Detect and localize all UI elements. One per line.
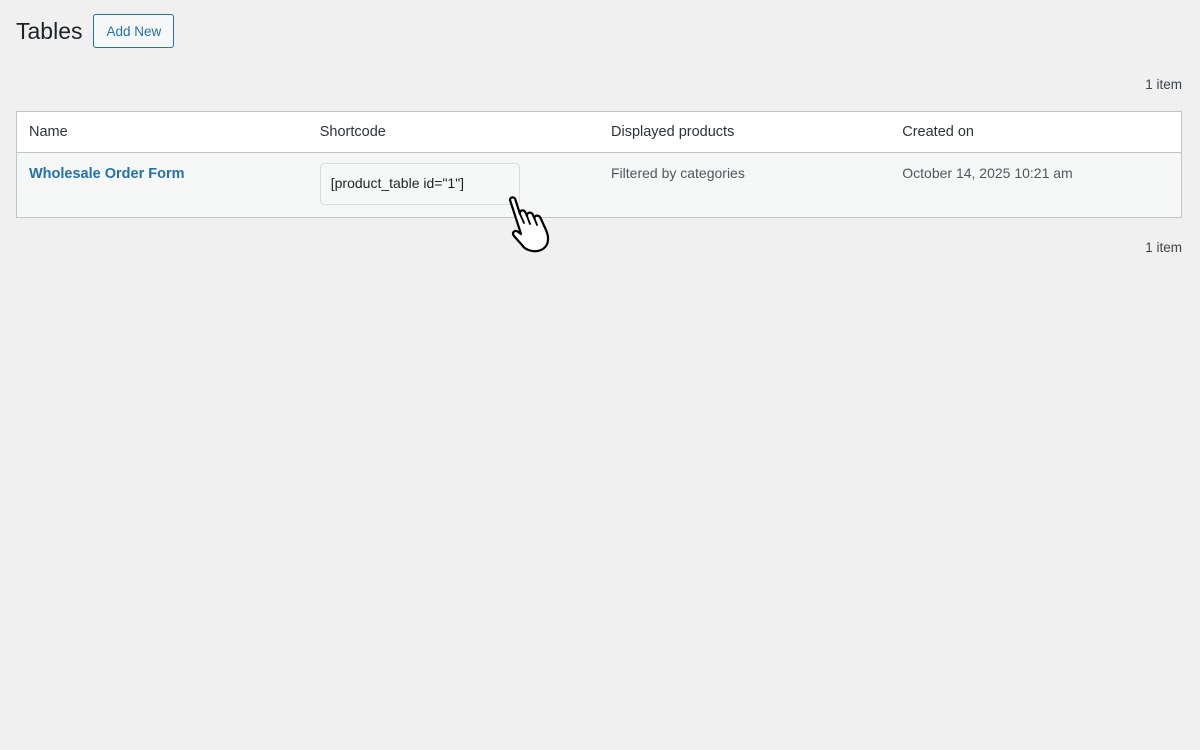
page-title: Tables (16, 18, 83, 44)
column-header-name: Name (16, 111, 308, 153)
table-name-link[interactable]: Wholesale Order Form (29, 166, 185, 182)
tables-page: Tables Add New 1 item Name Shortcode Dis… (0, 0, 1200, 750)
cell-created-on: October 14, 2025 10:21 am (902, 165, 1073, 181)
page-header: Tables Add New (16, 14, 175, 48)
cell-shortcode: [product_table id="1"] (308, 153, 599, 218)
shortcode-field[interactable]: [product_table id="1"] (319, 163, 520, 205)
column-header-created-on: Created on (890, 111, 1182, 153)
cell-displayed-products: Filtered by categories (611, 165, 745, 181)
column-header-shortcode: Shortcode (307, 111, 599, 153)
table-header-row: Name Shortcode Displayed products Create… (16, 111, 1182, 153)
cell-name: Wholesale Order Form (17, 153, 308, 218)
tables-list: Name Shortcode Displayed products Create… (16, 111, 1182, 218)
table-row: Wholesale Order Form [product_table id="… (16, 152, 1182, 218)
items-count-top: 1 item (1145, 77, 1182, 92)
add-new-button[interactable]: Add New (93, 14, 175, 48)
column-header-displayed-products: Displayed products (599, 111, 891, 153)
items-count-bottom: 1 item (1145, 240, 1182, 255)
